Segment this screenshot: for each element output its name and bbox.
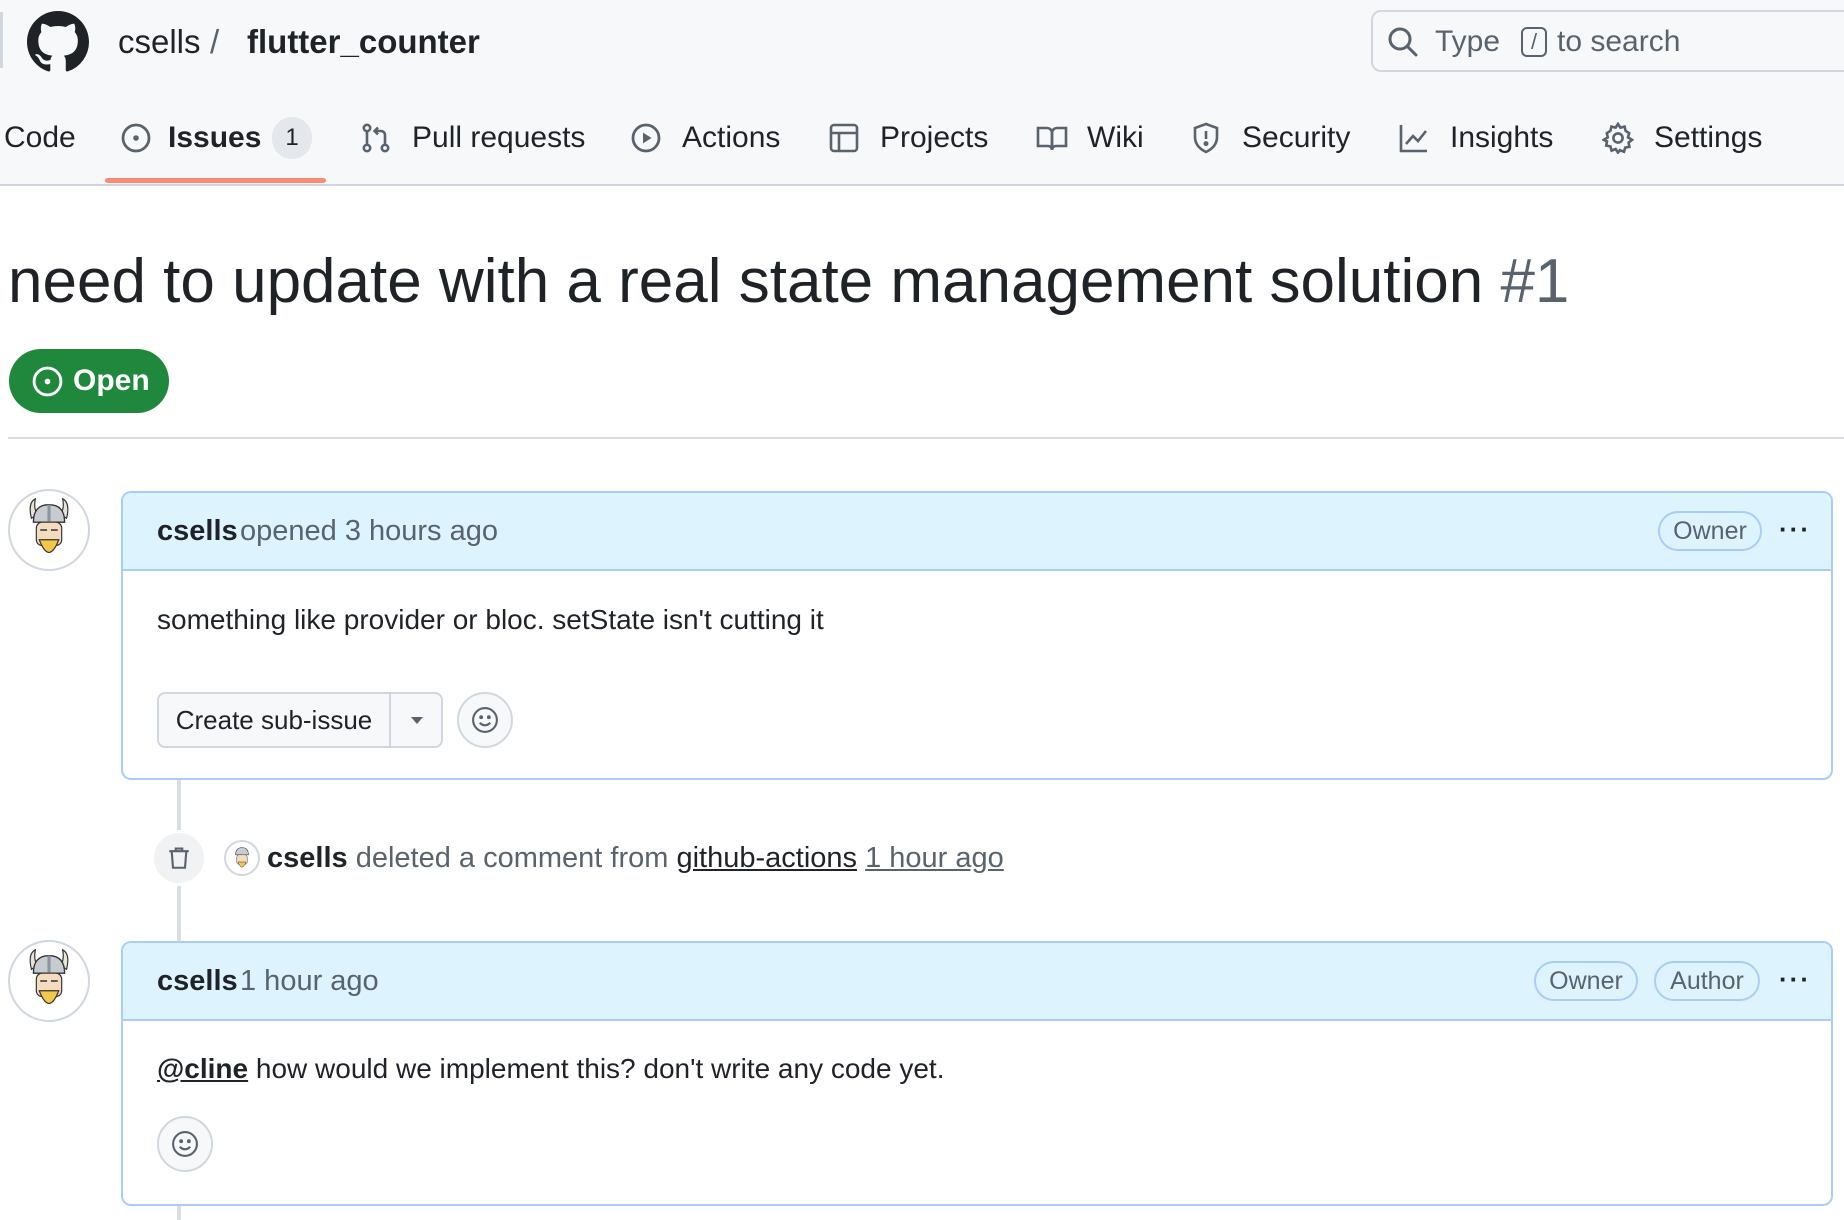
comment-body-text: how would we implement this? don't write…	[248, 1053, 945, 1084]
search-input[interactable]: Type / to search	[1371, 10, 1844, 72]
event-action: deleted a comment from	[355, 842, 669, 874]
tab-code-label: Code	[4, 121, 76, 154]
shield-icon	[1193, 122, 1219, 154]
timeline-event-text: csells deleted a comment from github-act…	[267, 840, 1004, 876]
tab-projects-label: Projects	[880, 121, 989, 154]
tab-security[interactable]: Security	[1190, 116, 1360, 160]
tab-settings[interactable]: Settings	[1602, 116, 1782, 160]
comment-body: @cline how would we implement this? don'…	[157, 1051, 944, 1087]
triangle-down-icon	[411, 717, 423, 724]
breadcrumb-owner[interactable]: csells	[118, 20, 201, 64]
tab-projects[interactable]: Projects	[828, 116, 998, 160]
add-reaction-button[interactable]	[157, 1116, 213, 1172]
create-sub-issue-button-group: Create sub-issue	[157, 692, 443, 748]
avatar[interactable]	[224, 840, 260, 876]
repo-header: csells / flutter_counter Type / to searc…	[0, 0, 1844, 186]
comment-author[interactable]: csells	[157, 963, 238, 999]
graph-icon	[1399, 125, 1428, 153]
comment-card: csells opened 3 hours ago Owner ··· some…	[121, 491, 1833, 780]
git-pull-request-icon	[362, 123, 390, 153]
tab-wiki[interactable]: Wiki	[1036, 116, 1156, 160]
gear-icon	[1602, 122, 1634, 154]
tab-security-label: Security	[1242, 121, 1351, 154]
owner-badge: Owner	[1658, 511, 1762, 551]
issue-opened-icon	[32, 366, 63, 397]
author-badge: Author	[1654, 961, 1760, 1001]
viking-avatar-image	[235, 847, 249, 868]
table-icon	[829, 123, 859, 153]
add-reaction-button[interactable]	[457, 692, 513, 748]
smiley-icon	[472, 707, 498, 733]
viking-avatar-image	[29, 497, 69, 553]
tab-wiki-label: Wiki	[1087, 121, 1144, 154]
smiley-icon	[172, 1131, 198, 1157]
tab-insights-label: Insights	[1450, 121, 1554, 154]
search-placeholder-suffix: to search	[1557, 25, 1681, 58]
comment-header: csells opened 3 hours ago Owner ···	[123, 493, 1831, 571]
issue-opened-icon	[121, 123, 151, 153]
viking-avatar-image	[29, 948, 69, 1004]
comment-header: csells 1 hour ago Owner Author ···	[123, 943, 1831, 1021]
user-mention-link[interactable]: @cline	[157, 1053, 248, 1084]
tab-issues-label: Issues	[168, 121, 262, 154]
comment-timestamp[interactable]: 1 hour ago	[240, 963, 379, 999]
tab-pull-requests[interactable]: Pull requests	[360, 116, 585, 160]
breadcrumb-repo[interactable]: flutter_counter	[247, 20, 480, 64]
create-sub-issue-button[interactable]: Create sub-issue	[159, 694, 391, 746]
comment-body: something like provider or bloc. setStat…	[157, 604, 824, 635]
selected-tab-indicator	[105, 178, 326, 183]
play-icon	[631, 123, 661, 153]
event-actor[interactable]: csells	[267, 842, 348, 874]
tab-code[interactable]: Code	[4, 116, 76, 160]
search-icon	[1388, 27, 1418, 57]
tab-actions-label: Actions	[682, 121, 781, 154]
comment-options-kebab-icon[interactable]: ···	[1773, 964, 1817, 998]
avatar[interactable]	[8, 940, 90, 1022]
comment-timestamp[interactable]: opened 3 hours ago	[240, 513, 498, 549]
comment-author[interactable]: csells	[157, 513, 238, 549]
issues-counter: 1	[272, 117, 312, 159]
breadcrumb-separator: /	[210, 23, 220, 60]
owner-badge: Owner	[1534, 961, 1638, 1001]
issue-number: #1	[1500, 247, 1570, 316]
sub-issue-dropdown-button[interactable]	[391, 694, 443, 746]
event-timestamp[interactable]: 1 hour ago	[865, 842, 1004, 874]
issue-state-badge: Open	[9, 349, 169, 413]
trash-icon	[169, 847, 189, 869]
sidebar-edge	[0, 12, 3, 68]
comment-options-kebab-icon[interactable]: ···	[1773, 514, 1817, 548]
search-placeholder-prefix: Type	[1435, 25, 1501, 58]
tab-settings-label: Settings	[1654, 121, 1763, 154]
issue-title: need to update with a real state managem…	[8, 244, 1569, 320]
book-icon	[1036, 126, 1068, 151]
search-shortcut-key: /	[1521, 27, 1547, 57]
comment-card: csells 1 hour ago Owner Author ··· @clin…	[121, 941, 1833, 1206]
timeline-event-badge	[151, 830, 207, 886]
tab-pull-requests-label: Pull requests	[412, 121, 586, 154]
title-divider	[8, 437, 1844, 439]
tab-actions[interactable]: Actions	[630, 116, 790, 160]
event-target-link[interactable]: github-actions	[676, 842, 857, 874]
github-logo-icon[interactable]	[27, 11, 89, 73]
avatar[interactable]	[8, 489, 90, 571]
tab-insights[interactable]: Insights	[1398, 116, 1558, 160]
issue-state-label: Open	[73, 364, 150, 397]
issue-title-text: need to update with a real state managem…	[8, 247, 1484, 316]
